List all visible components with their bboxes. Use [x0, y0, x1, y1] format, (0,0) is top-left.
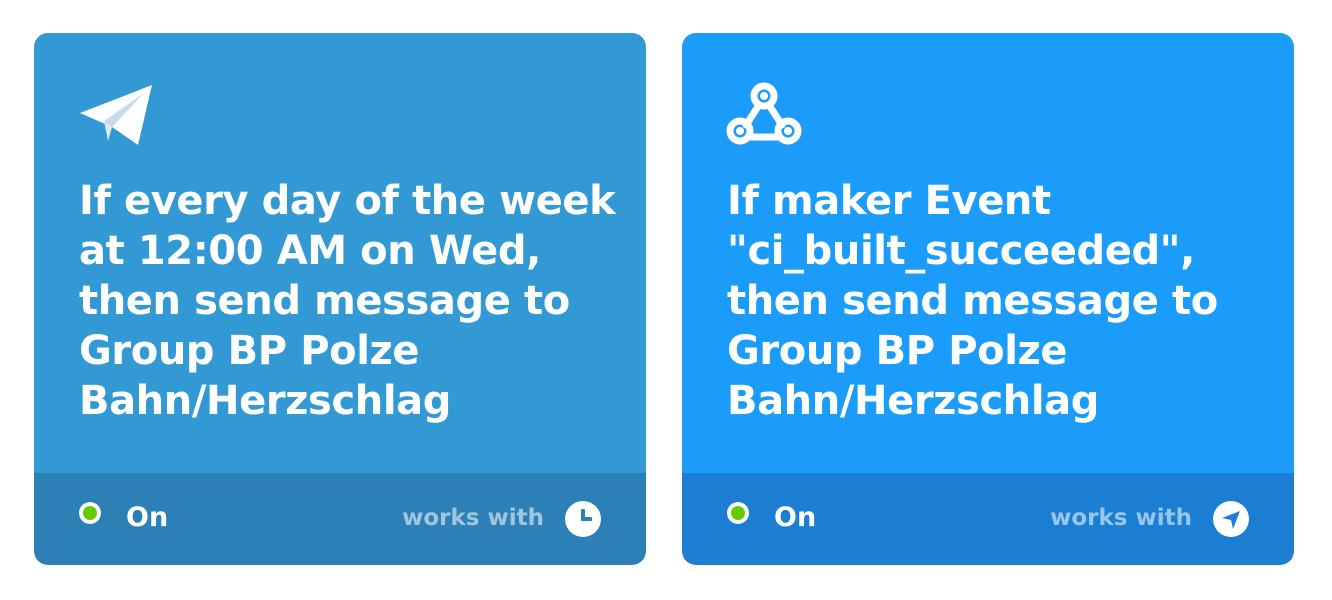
applet-card[interactable]: If every day of the week at 12:00 AM on … [34, 33, 646, 565]
applet-card-footer: On works with [34, 473, 646, 565]
status-indicator [79, 502, 101, 524]
applet-card[interactable]: If maker Event "ci_built_succeeded", the… [682, 33, 1294, 565]
works-with-label: works with [1050, 505, 1192, 531]
applet-card-body: If maker Event "ci_built_succeeded", the… [682, 33, 1294, 473]
applet-card-body: If every day of the week at 12:00 AM on … [34, 33, 646, 473]
webhooks-icon [726, 81, 802, 147]
applet-title: If every day of the week at 12:00 AM on … [79, 178, 616, 424]
status-label: On [774, 502, 817, 533]
telegram-paper-plane-icon [1213, 501, 1249, 537]
applet-title: If maker Event "ci_built_succeeded", the… [727, 178, 1218, 424]
status-label: On [126, 502, 169, 533]
telegram-paper-plane-icon [78, 81, 154, 147]
date-time-clock-icon [565, 501, 601, 537]
applet-card-footer: On works with [682, 473, 1294, 565]
status-indicator [727, 502, 749, 524]
works-with-label: works with [402, 505, 544, 531]
